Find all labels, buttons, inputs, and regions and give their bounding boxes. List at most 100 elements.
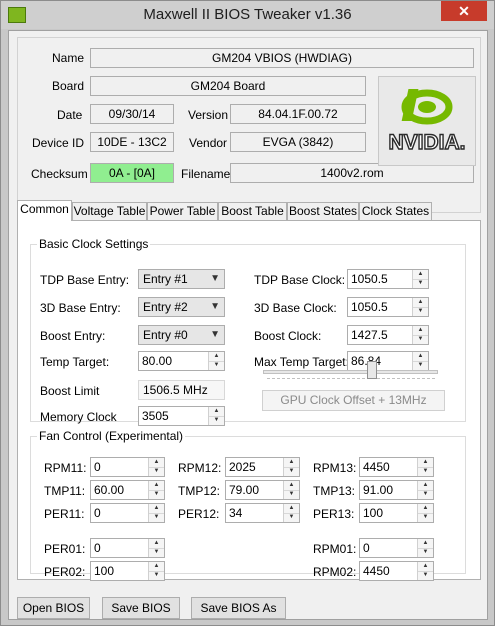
spin-down-icon[interactable]: ▼ (284, 513, 299, 522)
boost-clock-spinner[interactable]: ▲ ▼ (412, 326, 428, 344)
boost-limit-field: 1506.5 MHz (138, 380, 225, 400)
logo-text: NVIDIA. (388, 131, 465, 154)
per13-input[interactable]: 100 ▲ ▼ (359, 503, 434, 523)
boost-clock-input[interactable]: 1427.5 ▲ ▼ (347, 325, 429, 345)
max-temp-target-label: Max Temp Target: (254, 355, 349, 369)
max-temp-target-spinner[interactable]: ▲ ▼ (412, 352, 428, 370)
title-bar[interactable]: Maxwell II BIOS Tweaker v1.36 ✕ (1, 1, 494, 29)
tmp11-input[interactable]: 60.00 ▲ ▼ (90, 480, 165, 500)
memory-clock-input[interactable]: 3505 ▲ ▼ (138, 406, 225, 426)
boost-clock-value: 1427.5 (351, 328, 388, 342)
device-id-field: 10DE - 13C2 (90, 132, 174, 152)
tmp12-value: 79.00 (229, 483, 260, 497)
tab-boost-states[interactable]: Boost States (287, 202, 359, 220)
rpm01-input[interactable]: 0 ▲ ▼ (359, 538, 434, 558)
spin-down-icon[interactable]: ▼ (413, 335, 428, 344)
save-bios-button[interactable]: Save BIOS (102, 597, 180, 619)
window-title: Maxwell II BIOS Tweaker v1.36 (143, 6, 352, 23)
per12-spinner[interactable]: ▲ ▼ (283, 504, 299, 522)
per02-value: 100 (94, 564, 115, 578)
boost-entry-label: Boost Entry: (40, 329, 106, 343)
nvidia-eye-icon: NVIDIA. (388, 89, 466, 155)
spin-down-icon[interactable]: ▼ (418, 548, 433, 557)
per12-input[interactable]: 34 ▲ ▼ (225, 503, 300, 523)
tmp12-spinner[interactable]: ▲ ▼ (283, 481, 299, 499)
spin-down-icon[interactable]: ▼ (418, 571, 433, 580)
per11-spinner[interactable]: ▲ ▼ (148, 504, 164, 522)
boost-limit-label: Boost Limit (40, 384, 100, 398)
spin-down-icon[interactable]: ▼ (413, 361, 428, 370)
boost-clock-label: Boost Clock: (254, 329, 322, 343)
memory-clock-value: 3505 (142, 409, 169, 423)
tab-common[interactable]: Common (17, 200, 72, 221)
tmp13-input[interactable]: 91.00 ▲ ▼ (359, 480, 434, 500)
per01-value: 0 (94, 541, 101, 555)
tab-voltage-table[interactable]: Voltage Table (72, 202, 147, 220)
nvidia-logo: NVIDIA. (378, 76, 476, 166)
spin-down-icon[interactable]: ▼ (418, 467, 433, 476)
tdp-base-entry-select[interactable]: Entry #1 ▼ (138, 269, 225, 289)
tmp13-label: TMP13: (313, 484, 356, 498)
3d-base-clock-input[interactable]: 1050.5 ▲ ▼ (347, 297, 429, 317)
max-temp-target-input[interactable]: 86.84 ▲▼ (347, 351, 429, 371)
rpm12-input[interactable]: 2025 ▲ ▼ (225, 457, 300, 477)
spin-down-icon[interactable]: ▼ (149, 467, 164, 476)
tmp11-value: 60.00 (94, 483, 125, 497)
rpm12-spinner[interactable]: ▲ ▼ (283, 458, 299, 476)
rpm11-spinner[interactable]: ▲ ▼ (148, 458, 164, 476)
open-bios-button[interactable]: Open BIOS (17, 597, 90, 619)
rpm12-label: RPM12: (178, 461, 222, 475)
spin-down-icon[interactable]: ▼ (149, 513, 164, 522)
tmp11-spinner[interactable]: ▲ ▼ (148, 481, 164, 499)
rpm02-label: RPM02: (313, 565, 357, 579)
vendor-label: Vendor (189, 136, 228, 150)
spin-down-icon[interactable]: ▼ (284, 467, 299, 476)
slider-ticks (267, 378, 435, 379)
save-bios-as-button[interactable]: Save BIOS As (191, 597, 286, 619)
rpm02-spinner[interactable]: ▲ ▼ (417, 562, 433, 580)
per02-input[interactable]: 100 ▲ ▼ (90, 561, 165, 581)
rpm01-spinner[interactable]: ▲ ▼ (417, 539, 433, 557)
per12-value: 34 (229, 506, 243, 520)
gpu-clock-offset-slider[interactable] (263, 370, 438, 374)
spin-down-icon[interactable]: ▼ (418, 513, 433, 522)
tmp12-input[interactable]: 79.00 ▲ ▼ (225, 480, 300, 500)
per13-spinner[interactable]: ▲ ▼ (417, 504, 433, 522)
rpm01-value: 0 (363, 541, 370, 555)
spin-down-icon[interactable]: ▼ (149, 490, 164, 499)
close-button[interactable]: ✕ (441, 1, 487, 21)
gpu-clock-offset-slider-thumb[interactable] (366, 361, 377, 379)
boost-entry-value: Entry #0 (143, 328, 188, 342)
spin-down-icon[interactable]: ▼ (418, 490, 433, 499)
memory-clock-spinner[interactable]: ▲ ▼ (208, 407, 224, 425)
per13-value: 100 (363, 506, 384, 520)
spin-down-icon[interactable]: ▼ (149, 571, 164, 580)
per11-input[interactable]: 0 ▲ ▼ (90, 503, 165, 523)
spin-down-icon[interactable]: ▼ (209, 361, 224, 370)
tdp-base-clock-input[interactable]: 1050.5 ▲ ▼ (347, 269, 429, 289)
per01-spinner[interactable]: ▲ ▼ (148, 539, 164, 557)
tdp-base-clock-spinner[interactable]: ▲ ▼ (412, 270, 428, 288)
temp-target-input[interactable]: 80.00 ▲ ▼ (138, 351, 225, 371)
spin-down-icon[interactable]: ▼ (149, 548, 164, 557)
per02-spinner[interactable]: ▲ ▼ (148, 562, 164, 580)
tab-clock-states[interactable]: Clock States (359, 202, 432, 220)
tab-power-table[interactable]: Power Table (147, 202, 218, 220)
3d-base-clock-spinner[interactable]: ▲ ▼ (412, 298, 428, 316)
tmp13-spinner[interactable]: ▲ ▼ (417, 481, 433, 499)
rpm02-input[interactable]: 4450 ▲ ▼ (359, 561, 434, 581)
temp-target-label: Temp Target: (40, 355, 110, 369)
rpm11-input[interactable]: 0 ▲ ▼ (90, 457, 165, 477)
tab-boost-table[interactable]: Boost Table (218, 202, 287, 220)
spin-down-icon[interactable]: ▼ (209, 416, 224, 425)
rpm13-input[interactable]: 4450 ▲ ▼ (359, 457, 434, 477)
per01-input[interactable]: 0 ▲ ▼ (90, 538, 165, 558)
spin-down-icon[interactable]: ▼ (284, 490, 299, 499)
spin-down-icon[interactable]: ▼ (413, 279, 428, 288)
boost-entry-select[interactable]: Entry #0 ▼ (138, 325, 225, 345)
rpm13-spinner[interactable]: ▲ ▼ (417, 458, 433, 476)
spin-down-icon[interactable]: ▼ (413, 307, 428, 316)
bios-info-group: Name GM204 VBIOS (HWDIAG) Board GM204 Bo… (17, 37, 481, 213)
3d-base-entry-select[interactable]: Entry #2 ▼ (138, 297, 225, 317)
temp-target-spinner[interactable]: ▲ ▼ (208, 352, 224, 370)
